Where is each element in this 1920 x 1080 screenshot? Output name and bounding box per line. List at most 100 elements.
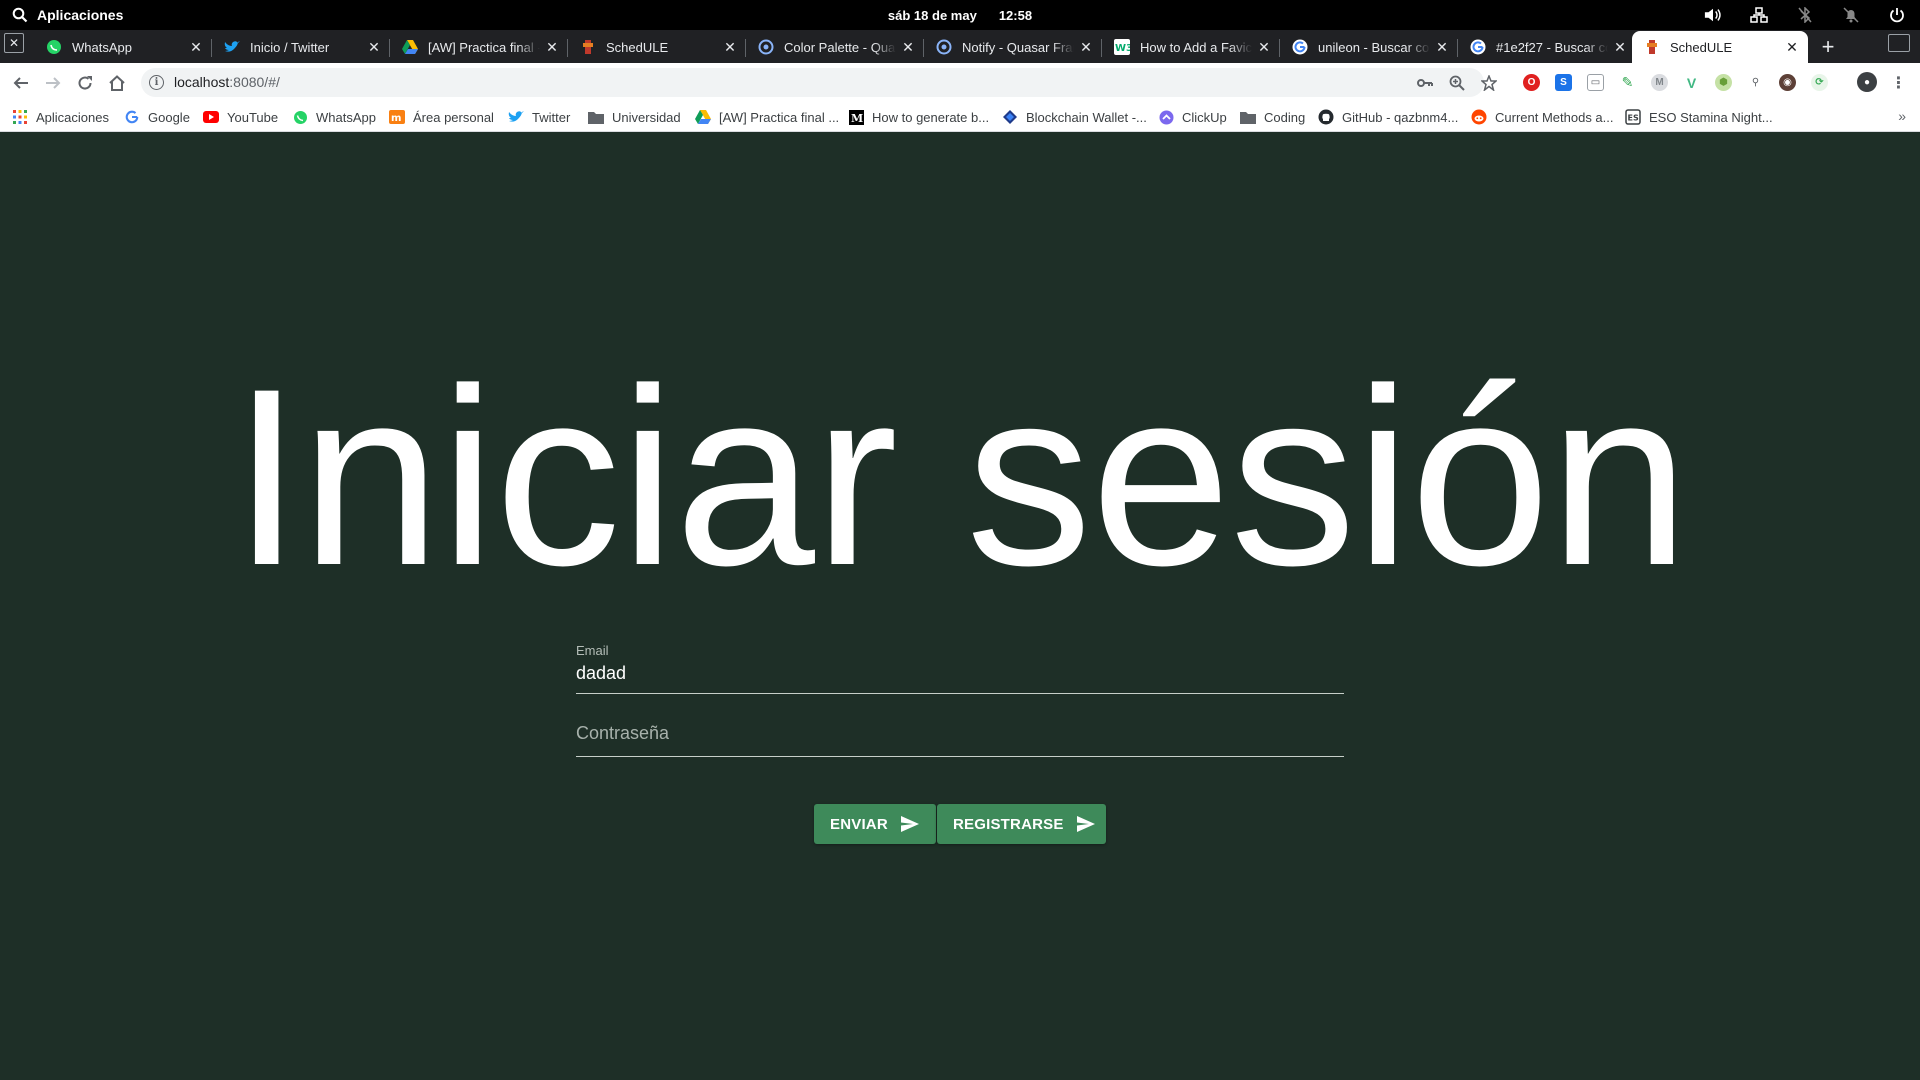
bookmark-google[interactable]: Google [124, 108, 190, 126]
s-extension-icon[interactable]: S [1555, 74, 1572, 91]
google-icon [1292, 39, 1308, 55]
bookmarks-bar: Aplicaciones Google YouTube WhatsApp m Á… [0, 102, 1920, 132]
medium-icon: M [848, 109, 864, 125]
bookmark-aw-practica[interactable]: [AW] Practica final ... [695, 108, 839, 126]
network-icon[interactable] [1750, 6, 1768, 24]
tab-notify-quasar[interactable]: Notify - Quasar Frame ✕ [924, 31, 1102, 63]
bookmark-whatsapp[interactable]: WhatsApp [292, 108, 376, 126]
tab-schedule[interactable]: SchedULE ✕ [568, 31, 746, 63]
email-field[interactable]: Email [576, 643, 1344, 694]
forward-button[interactable] [41, 71, 65, 95]
close-icon[interactable]: ✕ [722, 39, 738, 55]
email-label: Email [576, 643, 609, 658]
page-extension-icon[interactable]: ▭ [1587, 74, 1604, 91]
close-icon[interactable]: ✕ [1078, 39, 1094, 55]
bluetooth-off-icon[interactable] [1796, 6, 1814, 24]
twitter-icon [224, 39, 240, 55]
bookmark-github[interactable]: GitHub - qazbnm4... [1318, 108, 1458, 126]
tab-aw-practica[interactable]: [AW] Practica final - ✕ [390, 31, 568, 63]
os-time: 12:58 [998, 7, 1033, 23]
close-icon[interactable]: ✕ [366, 39, 382, 55]
eso-icon: ES [1625, 109, 1641, 125]
star-icon[interactable] [1481, 75, 1497, 91]
login-page: Iniciar sesión Email Contraseña ENVIAR R… [0, 133, 1920, 1080]
key-icon[interactable] [1417, 75, 1433, 91]
bookmark-area-personal[interactable]: m Área personal [389, 108, 494, 126]
password-placeholder: Contraseña [576, 723, 670, 743]
bookmarks-overflow-button[interactable]: » [1898, 108, 1906, 124]
home-button[interactable] [105, 71, 129, 95]
whatsapp-icon [46, 39, 62, 55]
bookmark-label: WhatsApp [316, 109, 376, 125]
volume-icon[interactable] [1704, 6, 1722, 24]
bookmark-label: GitHub - qazbnm4... [1342, 109, 1459, 125]
tab-color-palette[interactable]: Color Palette - Quasar ✕ [746, 31, 924, 63]
tab-title: SchedULE [606, 39, 669, 55]
tab-title: How to Add a Favicon [1140, 39, 1252, 55]
close-icon[interactable]: ✕ [1256, 39, 1272, 55]
tab-schedule-active[interactable]: SchedULE ✕ [1632, 31, 1808, 63]
password-field[interactable]: Contraseña [576, 708, 1344, 757]
sync-extension-icon[interactable]: ⟳ [1811, 74, 1828, 91]
bookmark-label: Blockchain Wallet -... [1026, 109, 1147, 125]
profile-avatar[interactable]: ● [1857, 72, 1877, 92]
bookmark-youtube[interactable]: YouTube [203, 108, 278, 126]
menu-kebab-icon[interactable]: ⋮ [1890, 74, 1907, 92]
tab-title: SchedULE [1670, 39, 1733, 55]
folder-icon [588, 109, 604, 125]
close-icon[interactable]: ✕ [900, 39, 916, 55]
bookmark-twitter[interactable]: Twitter [508, 108, 570, 126]
dropper-extension-icon[interactable]: ⚲ [1747, 74, 1764, 91]
bookmark-label: Coding [1264, 109, 1306, 125]
bookmark-coding[interactable]: Coding [1240, 108, 1305, 126]
notifications-off-icon[interactable] [1842, 6, 1860, 24]
bookmark-clickup[interactable]: ClickUp [1158, 108, 1227, 126]
close-icon[interactable]: ✕ [544, 39, 560, 55]
twitter-icon [508, 109, 524, 125]
tab-unileon-search[interactable]: unileon - Buscar con ✕ [1280, 31, 1458, 63]
bookmark-blockchain-wallet[interactable]: Blockchain Wallet -... [1002, 108, 1147, 126]
blockchain-icon [1002, 109, 1018, 125]
bookmark-universidad[interactable]: Universidad [588, 108, 681, 126]
close-icon[interactable]: ✕ [1434, 39, 1450, 55]
os-apps-menu[interactable]: Aplicaciones [12, 0, 123, 30]
svg-text:W3: W3 [1115, 43, 1130, 54]
tab-whatsapp[interactable]: WhatsApp ✕ [34, 31, 212, 63]
tab-title: Notify - Quasar Frame [962, 39, 1074, 55]
tab-twitter[interactable]: Inicio / Twitter ✕ [212, 31, 390, 63]
bookmark-eso-stamina[interactable]: ES ESO Stamina Night... [1625, 108, 1773, 126]
close-icon[interactable]: ✕ [1612, 39, 1628, 55]
close-window-button[interactable]: ✕ [4, 33, 24, 53]
google-drive-icon [695, 109, 711, 125]
bookmark-label: Google [148, 109, 190, 125]
tab-favicon-howto[interactable]: W3 How to Add a Favicon ✕ [1102, 31, 1280, 63]
zoom-icon[interactable] [1449, 75, 1465, 91]
new-tab-button[interactable]: + [1816, 34, 1840, 59]
node-extension-icon[interactable]: ⬢ [1715, 74, 1732, 91]
tab-search-button[interactable] [1888, 34, 1910, 52]
bookmark-how-to-generate[interactable]: M How to generate b... [848, 108, 989, 126]
m-extension-icon[interactable]: M [1651, 74, 1668, 91]
power-icon[interactable] [1888, 6, 1906, 24]
tab-color-search[interactable]: #1e2f27 - Buscar con ✕ [1458, 31, 1636, 63]
back-button[interactable] [9, 71, 33, 95]
bookmark-aplicaciones[interactable]: Aplicaciones [12, 108, 109, 126]
email-input[interactable] [576, 663, 1336, 684]
pen-extension-icon[interactable]: ✎ [1619, 74, 1636, 91]
vue-devtools-icon[interactable]: V [1683, 74, 1700, 91]
reload-button[interactable] [73, 71, 97, 95]
close-icon[interactable]: ✕ [188, 39, 204, 55]
close-icon[interactable]: ✕ [1784, 39, 1800, 55]
registrarse-button[interactable]: REGISTRARSE [937, 804, 1106, 844]
site-info-icon[interactable]: i [149, 75, 164, 90]
bookmark-current-methods[interactable]: Current Methods a... [1471, 108, 1614, 126]
owl-extension-icon[interactable]: ◉ [1779, 74, 1796, 91]
page-title: Iniciar sesión [231, 337, 1690, 618]
tab-title: Color Palette - Quasar [784, 39, 896, 55]
enviar-button[interactable]: ENVIAR [814, 804, 936, 844]
enviar-label: ENVIAR [830, 815, 888, 833]
address-bar[interactable]: i localhost:8080/#/ [141, 68, 1497, 97]
url-text[interactable]: localhost:8080/#/ [174, 74, 280, 90]
quasar-icon [758, 39, 774, 55]
opera-vpn-icon[interactable]: O [1523, 74, 1540, 91]
